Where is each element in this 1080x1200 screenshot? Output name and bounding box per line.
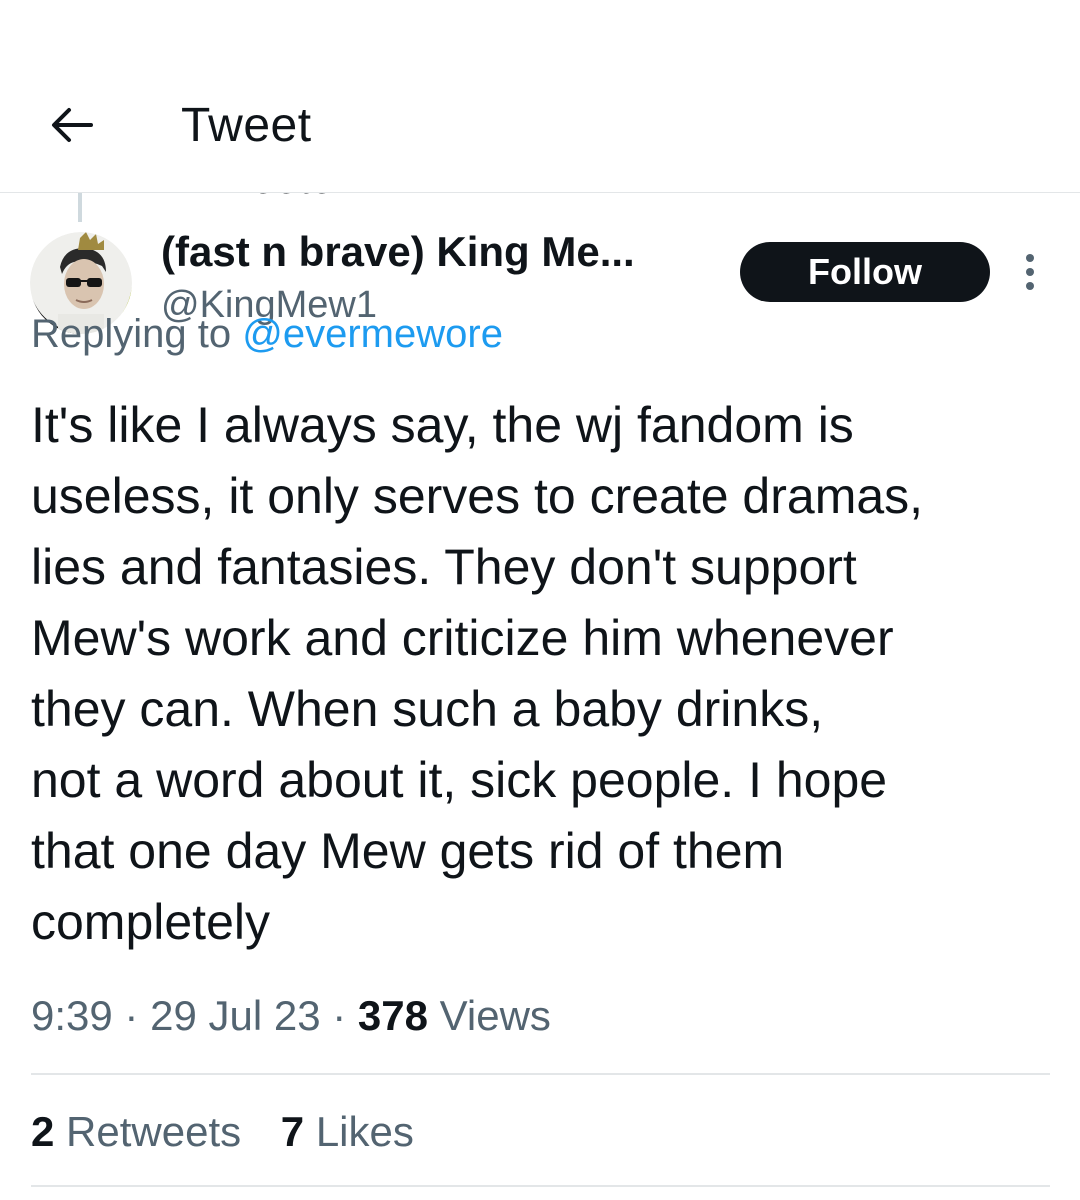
page-title: Tweet [181, 99, 312, 152]
more-vertical-icon [1026, 254, 1034, 290]
likes-label: Likes [315, 1108, 414, 1155]
tweet-line: that one day Mew gets rid of them [31, 823, 785, 879]
replying-prefix: Replying to [31, 312, 232, 356]
replying-to: Replying to @evermewore [31, 312, 503, 357]
engagement-stats: 2 Retweets 7 Likes [31, 1108, 414, 1156]
tweet-text: It's like I always say, the wj fandom is… [31, 390, 1051, 958]
retweets-label: Retweets [66, 1108, 242, 1155]
tweet-line: Mew's work and criticize him whenever [31, 610, 894, 666]
follow-button[interactable]: Follow [740, 242, 990, 302]
likes-stat[interactable]: 7 Likes [281, 1108, 414, 1155]
likes-count: 7 [280, 1108, 305, 1155]
author-display-name[interactable]: (fast n brave) King Me... [161, 228, 635, 276]
tweet-line: It's like I always say, the wj fandom is [31, 397, 854, 453]
tweet-date[interactable]: 29 Jul 23 [150, 992, 320, 1039]
meta-separator: · [332, 992, 347, 1039]
views-count[interactable]: 378 [358, 992, 428, 1039]
more-options-button[interactable] [1012, 252, 1048, 292]
tweet-meta: 9:39 · 29 Jul 23 · 378 Views [31, 992, 551, 1040]
meta-separator: · [124, 992, 139, 1039]
tweet-line: they can. When such a baby drinks, [31, 681, 824, 737]
replying-to-link[interactable]: @evermewore [242, 312, 503, 356]
tweet-line: lies and fantasies. They don't support [31, 539, 857, 595]
tweet-line: not a word about it, sick people. I hope [31, 752, 888, 808]
tweet-line: completely [31, 894, 270, 950]
retweets-count: 2 [31, 1108, 55, 1155]
divider [31, 1185, 1050, 1187]
retweets-stat[interactable]: 2 Retweets [31, 1108, 253, 1155]
tweet-time[interactable]: 9:39 [31, 992, 113, 1039]
top-bar: Tweet [0, 0, 1080, 193]
thread-line [78, 192, 82, 222]
back-button[interactable] [46, 100, 96, 150]
divider [31, 1073, 1050, 1075]
views-label[interactable]: Views [440, 992, 551, 1039]
arrow-left-icon [52, 108, 93, 142]
tweet-line: useless, it only serves to create dramas… [31, 468, 924, 524]
